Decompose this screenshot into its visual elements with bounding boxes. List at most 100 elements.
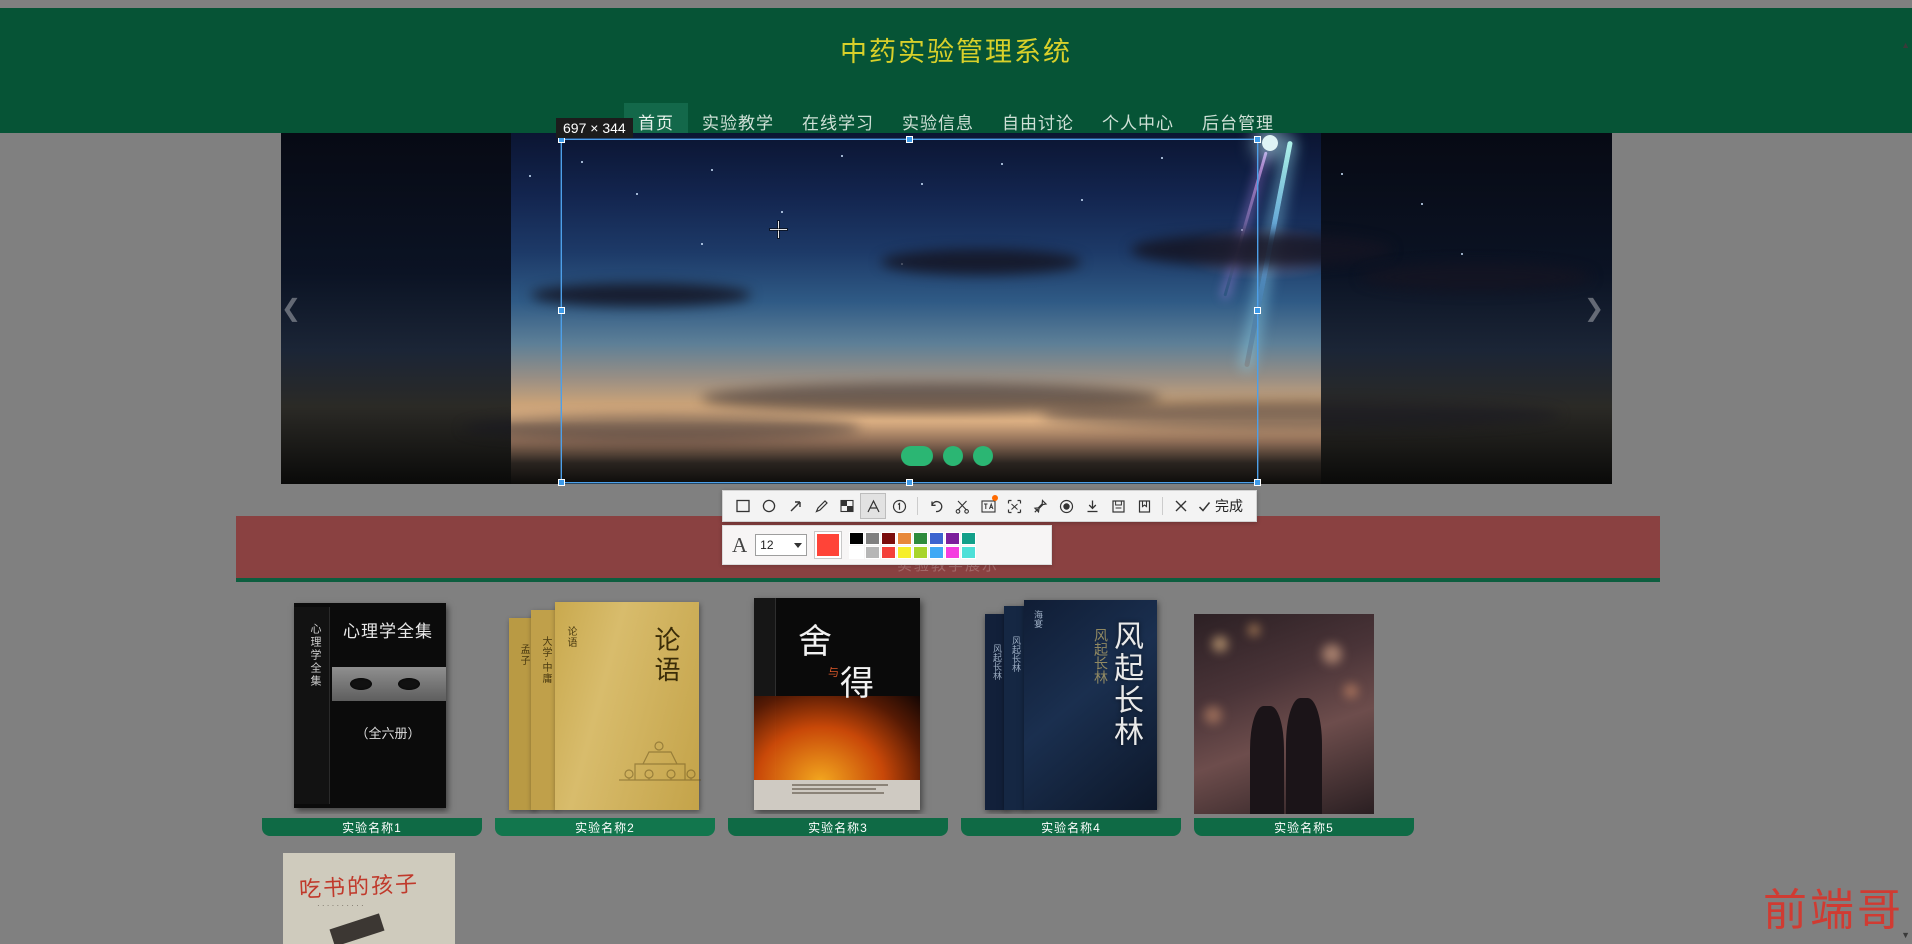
carousel-dot-2[interactable] [942,446,963,466]
book-spine: 心理学全集 [294,607,330,804]
color-swatch[interactable] [897,545,913,559]
arrow-tool-icon[interactable] [782,493,808,519]
page-title: 中药实验管理系统 [840,37,1072,67]
book-front-subtitle-decoration: · · · · · · · · · · [317,901,364,910]
cloud-decoration [461,415,861,441]
star-decoration [1001,163,1003,165]
card-thumbnail: 风起长林 风起长林 海宴 风起长林 风起长林 [961,592,1181,814]
undo-tool-icon[interactable] [923,493,949,519]
rectangle-tool-icon[interactable] [730,493,756,519]
current-color-swatch[interactable] [814,531,843,559]
star-decoration [711,169,713,171]
bookmark-tool-icon[interactable] [1131,493,1157,519]
font-A-icon: A [732,532,748,557]
experiment-card-grid: 心理学全集 心理学全集 （全六册） 实验名称1 孟子 大学·中庸 论语 论语 实… [262,592,1512,836]
book-cover-fengqichanglin: 风起长林 风起长林 海宴 风起长林 风起长林 [985,598,1157,810]
cancel-screenshot-icon[interactable] [1168,493,1194,519]
color-palette [849,531,977,559]
color-swatch[interactable] [881,545,897,559]
pin-tool-icon[interactable] [1027,493,1053,519]
toolbar-divider [1162,497,1163,515]
color-swatch[interactable] [913,531,929,545]
star-decoration [1161,157,1163,159]
save-tool-icon[interactable] [1105,493,1131,519]
card-label[interactable]: 实验名称4 [961,818,1181,836]
experiment-card-partial[interactable]: 吃书的孩子 · · · · · · · · · · [283,853,455,944]
carousel-dot-1[interactable] [900,446,933,466]
book-illustration [619,741,701,781]
card-thumbnail: 心理学全集 心理学全集 （全六册） [262,592,482,814]
book-front-subtitle: （全六册） [355,726,421,741]
scroll-up-indicator-icon[interactable]: ▲ [1901,40,1910,50]
book-volume-front: 海宴 风起长林 风起长林 [1024,600,1157,810]
chevron-down-icon [794,542,803,548]
cloud-decoration [881,249,1081,275]
card-label[interactable]: 实验名称5 [1194,818,1414,836]
bokeh-light [1212,636,1228,652]
book-front-title: 风起长林 [1109,620,1142,748]
text-tool-icon[interactable] [860,493,886,519]
book-front-title: 论语 [651,626,681,686]
volume-spine-title: 论语 [565,626,576,648]
color-swatch[interactable] [913,545,929,559]
color-swatch[interactable] [865,531,881,545]
card-label[interactable]: 实验名称3 [728,818,948,836]
color-swatch[interactable] [897,531,913,545]
color-swatch[interactable] [961,531,977,545]
bokeh-light [1344,684,1358,698]
color-swatch[interactable] [929,545,945,559]
carousel-dot-3[interactable] [972,446,993,466]
download-tool-icon[interactable] [1079,493,1105,519]
experiment-card[interactable]: 风起长林 风起长林 海宴 风起长林 风起长林 实验名称4 [961,592,1181,836]
book-cover-psychology: 心理学全集 心理学全集 （全六册） [294,603,446,808]
toolbar-divider [917,497,918,515]
color-swatch[interactable] [945,531,961,545]
book-front-title: 舍 [798,624,834,661]
cut-tool-icon[interactable] [949,493,975,519]
book-volume: 大学·中庸 [531,610,557,810]
card-label[interactable]: 实验名称1 [262,818,482,836]
carousel-prev-icon[interactable]: ❮ [281,289,306,329]
ocr-tool-icon[interactable] [975,493,1001,519]
cloud-decoration [1131,233,1391,267]
mosaic-tool-icon[interactable] [834,493,860,519]
color-swatch[interactable] [881,531,897,545]
book-cover-eyes-image [332,667,446,701]
color-swatch[interactable] [929,531,945,545]
eye-left [350,678,372,690]
star-decoration [581,161,583,163]
experiment-card[interactable]: 孟子 大学·中庸 论语 论语 实验名称2 [495,592,715,836]
hero-carousel[interactable]: ❮ ❯ [281,133,1612,484]
site-header: 中药实验管理系统 首页 实验教学 在线学习 实验信息 自由讨论 个人中心 后台管… [0,8,1912,140]
confirm-screenshot-button[interactable]: 完成 [1194,496,1246,516]
experiment-card[interactable]: 实验名称5 [1194,592,1414,836]
experiment-card[interactable]: 舍 与 得 实验名称3 [728,592,948,836]
ellipse-tool-icon[interactable] [756,493,782,519]
carousel-next-icon[interactable]: ❯ [1579,289,1609,329]
color-swatch[interactable] [849,545,865,559]
serial-number-tool-icon[interactable] [886,493,912,519]
star-decoration [636,193,638,195]
font-size-value: 12 [760,538,774,552]
color-swatch[interactable] [945,545,961,559]
volume-spine-title: 大学·中庸 [540,636,551,685]
star-decoration [701,243,703,245]
flame-illustration [754,696,920,782]
book-front-title-2: 得 [840,666,874,703]
experiment-card[interactable]: 心理学全集 心理学全集 （全六册） 实验名称1 [262,592,482,836]
font-size-select[interactable]: 12 [755,534,808,556]
record-tool-icon[interactable] [1053,493,1079,519]
card-label[interactable]: 实验名称2 [495,818,715,836]
color-swatch[interactable] [849,531,865,545]
ocr-new-badge [992,495,998,501]
pencil-tool-icon[interactable] [808,493,834,519]
color-swatch[interactable] [865,545,881,559]
translate-tool-icon[interactable] [1001,493,1027,519]
volume-spine-title: 风起长林 [992,644,1002,680]
scroll-down-indicator-icon[interactable]: ▼ [1901,930,1910,940]
color-swatch[interactable] [961,545,977,559]
book-volume: 风起长林 [1004,606,1026,810]
volume-spine-title: 孟子 [518,644,529,666]
star-decoration [1421,203,1423,205]
silhouette-person-left [1250,706,1284,814]
